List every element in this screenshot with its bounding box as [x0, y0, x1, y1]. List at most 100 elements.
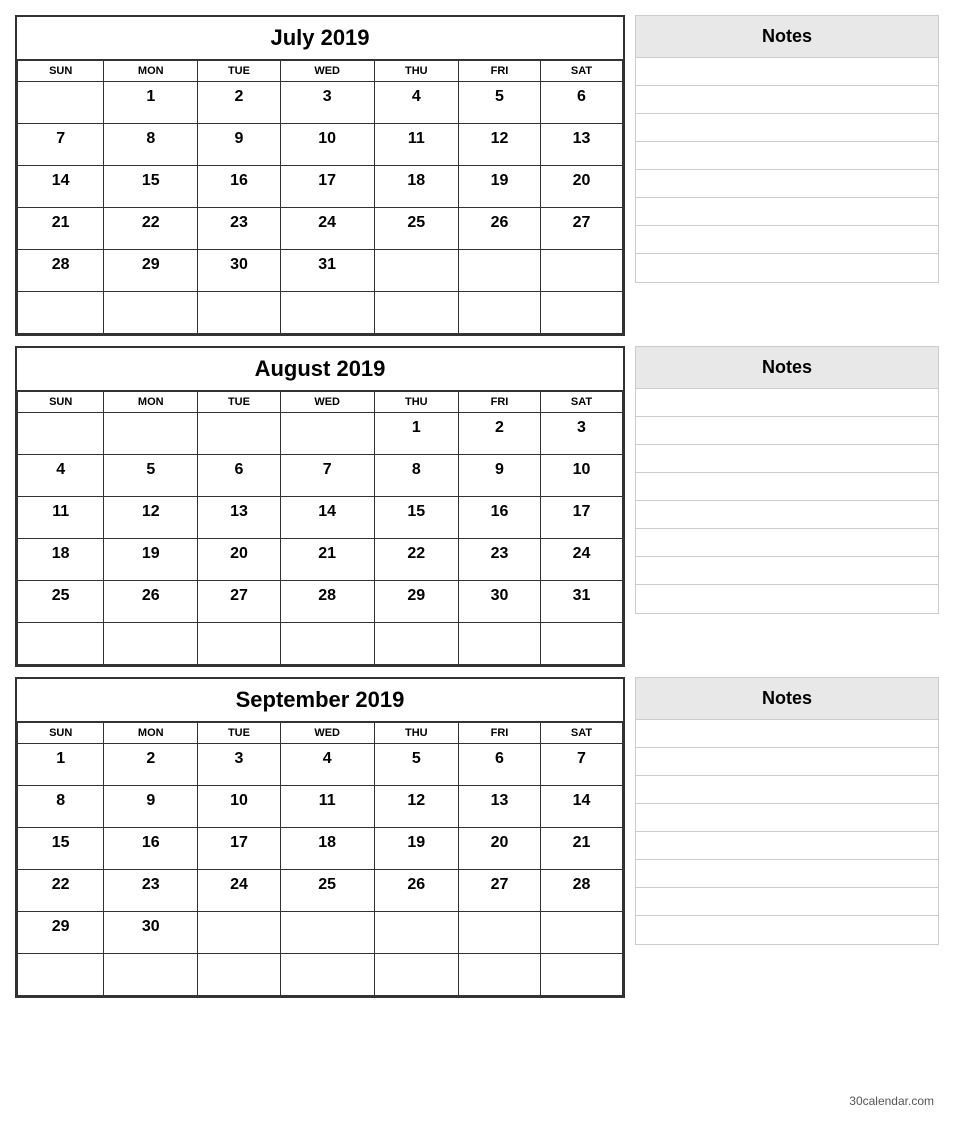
- day-cell-2-1-6: 14: [540, 786, 622, 828]
- day-cell-1-0-0: [18, 413, 104, 455]
- day-header-WED: WED: [280, 392, 374, 413]
- notes-line-1-0[interactable]: [636, 389, 938, 417]
- day-cell-2-2-4: 19: [374, 828, 458, 870]
- day-cell-2-0-5: 6: [459, 744, 541, 786]
- day-cell-1-1-3: 7: [280, 455, 374, 497]
- week-row-2-2: 15161718192021: [18, 828, 623, 870]
- month-row-1: August 2019SUNMONTUEWEDTHUFRISAT12345678…: [15, 346, 939, 667]
- day-cell-2-0-4: 5: [374, 744, 458, 786]
- week-row-0-3: 21222324252627: [18, 208, 623, 250]
- notes-line-1-7[interactable]: [636, 585, 938, 613]
- day-cell-2-3-0: 22: [18, 870, 104, 912]
- month-row-2: September 2019SUNMONTUEWEDTHUFRISAT12345…: [15, 677, 939, 998]
- notes-line-2-0[interactable]: [636, 720, 938, 748]
- day-cell-1-4-0: 25: [18, 581, 104, 623]
- notes-line-0-1[interactable]: [636, 86, 938, 114]
- day-cell-1-3-6: 24: [540, 539, 622, 581]
- day-header-TUE: TUE: [198, 61, 281, 82]
- day-cell-1-0-4: 1: [374, 413, 458, 455]
- day-cell-0-1-6: 13: [540, 124, 622, 166]
- day-cell-0-3-1: 22: [104, 208, 198, 250]
- week-row-2-1: 891011121314: [18, 786, 623, 828]
- day-cell-2-4-2: [198, 912, 281, 954]
- notes-line-0-7[interactable]: [636, 254, 938, 282]
- notes-line-2-6[interactable]: [636, 888, 938, 916]
- day-cell-1-0-2: [198, 413, 281, 455]
- calendar-table-2: SUNMONTUEWEDTHUFRISAT1234567891011121314…: [17, 722, 623, 996]
- day-cell-1-1-6: 10: [540, 455, 622, 497]
- day-cell-1-5-5: [459, 623, 541, 665]
- day-cell-2-4-6: [540, 912, 622, 954]
- notes-line-1-3[interactable]: [636, 473, 938, 501]
- day-cell-0-5-1: [104, 292, 198, 334]
- day-cell-0-1-2: 9: [198, 124, 281, 166]
- day-cell-2-1-1: 9: [104, 786, 198, 828]
- calendar-table-1: SUNMONTUEWEDTHUFRISAT1234567891011121314…: [17, 391, 623, 665]
- day-cell-0-5-4: [374, 292, 458, 334]
- day-header-WED: WED: [280, 61, 374, 82]
- calendar-1: August 2019SUNMONTUEWEDTHUFRISAT12345678…: [15, 346, 625, 667]
- day-cell-1-3-5: 23: [459, 539, 541, 581]
- notes-line-2-7[interactable]: [636, 916, 938, 944]
- day-cell-1-2-4: 15: [374, 497, 458, 539]
- calendar-0: July 2019SUNMONTUEWEDTHUFRISAT1234567891…: [15, 15, 625, 336]
- day-cell-2-5-3: [280, 954, 374, 996]
- day-cell-1-5-1: [104, 623, 198, 665]
- week-row-0-2: 14151617181920: [18, 166, 623, 208]
- day-cell-1-3-1: 19: [104, 539, 198, 581]
- day-cell-2-3-4: 26: [374, 870, 458, 912]
- day-cell-1-4-3: 28: [280, 581, 374, 623]
- notes-line-0-4[interactable]: [636, 170, 938, 198]
- day-cell-1-0-6: 3: [540, 413, 622, 455]
- day-cell-2-1-0: 8: [18, 786, 104, 828]
- notes-line-1-6[interactable]: [636, 557, 938, 585]
- week-row-2-0: 1234567: [18, 744, 623, 786]
- day-cell-0-0-6: 6: [540, 82, 622, 124]
- notes-line-1-4[interactable]: [636, 501, 938, 529]
- day-cell-0-5-5: [459, 292, 541, 334]
- day-cell-1-4-1: 26: [104, 581, 198, 623]
- day-cell-2-4-1: 30: [104, 912, 198, 954]
- day-cell-0-5-6: [540, 292, 622, 334]
- calendar-title-2: September 2019: [17, 679, 623, 722]
- notes-line-2-5[interactable]: [636, 860, 938, 888]
- day-cell-1-4-6: 31: [540, 581, 622, 623]
- notes-line-2-3[interactable]: [636, 804, 938, 832]
- notes-line-1-5[interactable]: [636, 529, 938, 557]
- notes-header-2: Notes: [636, 678, 938, 720]
- day-cell-0-1-0: 7: [18, 124, 104, 166]
- day-cell-2-2-1: 16: [104, 828, 198, 870]
- day-cell-1-1-0: 4: [18, 455, 104, 497]
- day-cell-2-0-1: 2: [104, 744, 198, 786]
- day-cell-2-0-3: 4: [280, 744, 374, 786]
- day-cell-1-2-1: 12: [104, 497, 198, 539]
- day-cell-2-0-2: 3: [198, 744, 281, 786]
- day-cell-0-3-5: 26: [459, 208, 541, 250]
- notes-line-0-2[interactable]: [636, 114, 938, 142]
- day-cell-2-4-4: [374, 912, 458, 954]
- footer: 30calendar.com: [15, 1089, 939, 1108]
- notes-line-0-6[interactable]: [636, 226, 938, 254]
- notes-line-1-2[interactable]: [636, 445, 938, 473]
- notes-line-2-4[interactable]: [636, 832, 938, 860]
- day-cell-0-0-4: 4: [374, 82, 458, 124]
- notes-line-0-0[interactable]: [636, 58, 938, 86]
- notes-line-0-3[interactable]: [636, 142, 938, 170]
- notes-line-1-1[interactable]: [636, 417, 938, 445]
- day-cell-0-0-3: 3: [280, 82, 374, 124]
- notes-line-2-2[interactable]: [636, 776, 938, 804]
- day-header-MON: MON: [104, 723, 198, 744]
- week-row-1-5: [18, 623, 623, 665]
- day-cell-1-1-1: 5: [104, 455, 198, 497]
- week-row-1-3: 18192021222324: [18, 539, 623, 581]
- day-cell-0-2-4: 18: [374, 166, 458, 208]
- week-row-1-1: 45678910: [18, 455, 623, 497]
- day-cell-0-1-3: 10: [280, 124, 374, 166]
- day-header-THU: THU: [374, 392, 458, 413]
- day-cell-1-3-3: 21: [280, 539, 374, 581]
- day-cell-0-4-1: 29: [104, 250, 198, 292]
- notes-lines-1: [636, 389, 938, 613]
- notes-line-0-5[interactable]: [636, 198, 938, 226]
- day-cell-1-5-6: [540, 623, 622, 665]
- notes-line-2-1[interactable]: [636, 748, 938, 776]
